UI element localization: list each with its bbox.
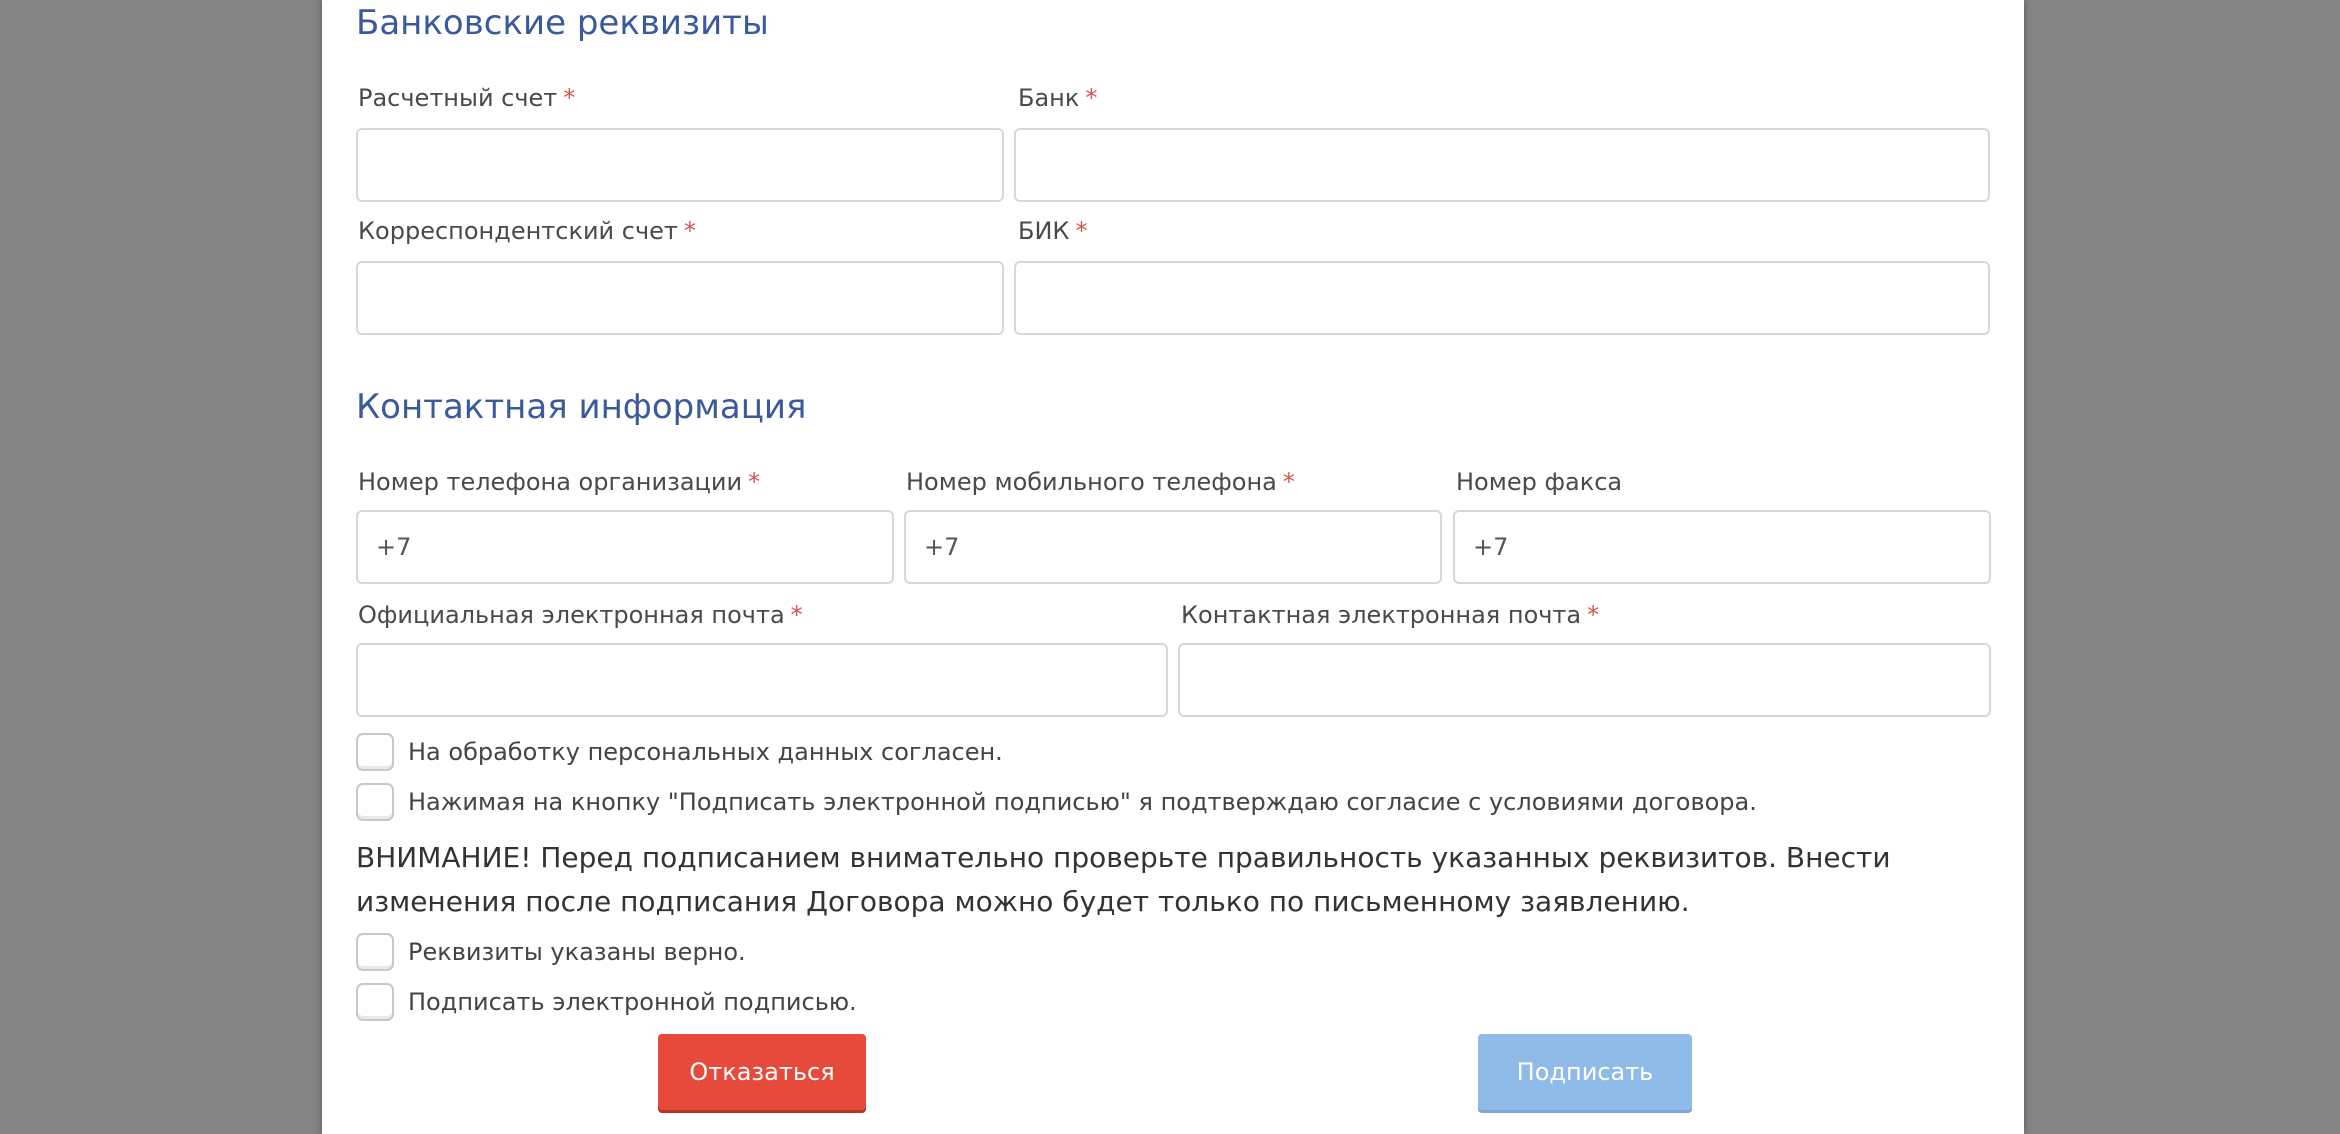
requisites-correct-label: Реквизиты указаны верно. — [408, 938, 746, 966]
requisites-correct-checkbox[interactable] — [356, 933, 394, 971]
account-label-text: Расчетный счет — [358, 84, 558, 112]
personal-data-checkbox[interactable] — [356, 733, 394, 771]
fax-label: Номер факса — [1456, 470, 1622, 494]
bank-label-text: Банк — [1018, 84, 1080, 112]
official-email-label: Официальная электронная почта * — [358, 603, 803, 627]
org-phone-label: Номер телефона организации * — [358, 470, 760, 494]
required-mark: * — [1075, 217, 1088, 245]
corr-account-label: Корреспондентский счет * — [358, 219, 696, 243]
contact-email-label-text: Контактная электронная почта — [1181, 601, 1582, 629]
personal-data-label: На обработку персональных данных согласе… — [408, 738, 1003, 766]
org-phone-label-text: Номер телефона организации — [358, 468, 743, 496]
org-phone-input[interactable] — [356, 510, 894, 584]
bik-input[interactable] — [1014, 261, 1990, 335]
corr-account-label-text: Корреспондентский счет — [358, 217, 678, 245]
sign-electronic-label: Подписать электронной подписью. — [408, 988, 857, 1016]
required-mark: * — [1085, 84, 1098, 112]
sign-consent-checkbox[interactable] — [356, 783, 394, 821]
bik-label-text: БИК — [1018, 217, 1070, 245]
fax-label-text: Номер факса — [1456, 468, 1623, 496]
contact-email-input[interactable] — [1178, 643, 1991, 717]
bik-label: БИК * — [1018, 219, 1087, 243]
required-mark: * — [1587, 601, 1600, 629]
mobile-phone-input[interactable] — [904, 510, 1442, 584]
bank-section-title: Банковские реквизиты — [356, 3, 769, 43]
required-mark: * — [683, 217, 696, 245]
personal-data-row[interactable]: На обработку персональных данных согласе… — [356, 732, 1003, 772]
sign-consent-row[interactable]: Нажимая на кнопку "Подписать электронной… — [356, 782, 1757, 822]
required-mark: * — [563, 84, 576, 112]
mobile-phone-label-text: Номер мобильного телефона — [906, 468, 1277, 496]
sign-button[interactable]: Подписать — [1478, 1034, 1692, 1110]
account-input[interactable] — [356, 128, 1004, 202]
contact-section-title: Контактная информация — [356, 387, 807, 427]
corr-account-input[interactable] — [356, 261, 1004, 335]
required-mark: * — [1282, 468, 1295, 496]
decline-button[interactable]: Отказаться — [658, 1034, 866, 1110]
sign-electronic-checkbox[interactable] — [356, 983, 394, 1021]
required-mark: * — [748, 468, 761, 496]
required-mark: * — [790, 601, 803, 629]
contact-email-label: Контактная электронная почта * — [1181, 603, 1599, 627]
sign-electronic-row[interactable]: Подписать электронной подписью. — [356, 982, 857, 1022]
mobile-phone-label: Номер мобильного телефона * — [906, 470, 1295, 494]
official-email-input[interactable] — [356, 643, 1168, 717]
sign-consent-label: Нажимая на кнопку "Подписать электронной… — [408, 788, 1757, 816]
bank-input[interactable] — [1014, 128, 1990, 202]
bank-label: Банк * — [1018, 86, 1097, 110]
warning-text: ВНИМАНИЕ! Перед подписанием внимательно … — [356, 841, 1891, 918]
official-email-label-text: Официальная электронная почта — [358, 601, 785, 629]
fax-input[interactable] — [1453, 510, 1991, 584]
account-label: Расчетный счет * — [358, 86, 575, 110]
requisites-correct-row[interactable]: Реквизиты указаны верно. — [356, 932, 746, 972]
